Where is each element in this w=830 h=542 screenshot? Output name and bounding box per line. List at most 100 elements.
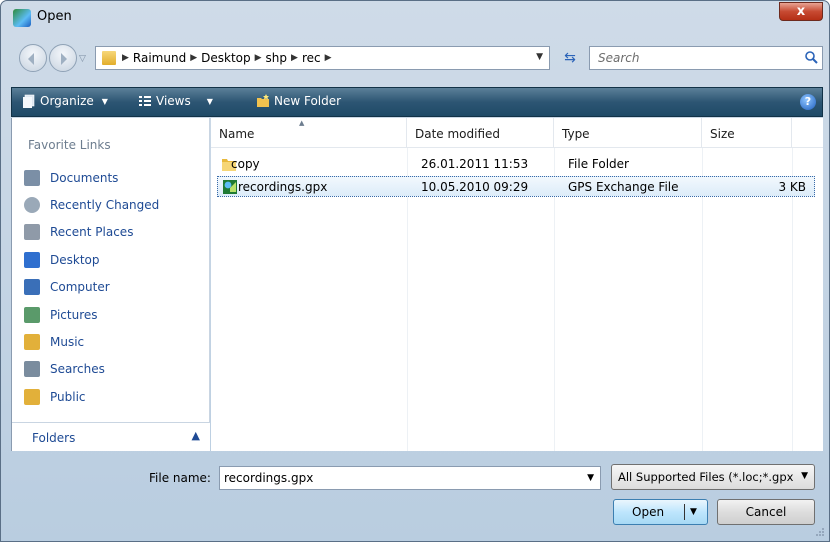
- search-placeholder: Search: [598, 51, 640, 65]
- filename-combobox[interactable]: recordings.gpx ▼: [219, 466, 601, 490]
- file-list: Name ▲ Date modified Type Size copy 26.0…: [211, 118, 823, 451]
- pictures-icon: [24, 306, 40, 323]
- address-dropdown-icon[interactable]: ▼: [536, 52, 543, 62]
- breadcrumb-item[interactable]: shp: [266, 51, 287, 65]
- sidebar-item-label: Computer: [50, 280, 110, 295]
- help-icon[interactable]: ?: [800, 94, 816, 110]
- sidebar-item-label: Pictures: [50, 307, 98, 322]
- music-icon: [24, 334, 40, 351]
- sidebar-item-label: Desktop: [50, 252, 100, 267]
- breadcrumb-item[interactable]: rec: [302, 51, 321, 65]
- file-type: GPS Exchange File: [568, 180, 679, 194]
- column-header-date[interactable]: Date modified: [407, 118, 554, 148]
- favorite-links-header: Favorite Links: [28, 138, 111, 152]
- new-folder-icon: [257, 94, 269, 107]
- address-bar[interactable]: ▶ Raimund ▶ Desktop ▶ shp ▶ rec ▶ ▼: [95, 46, 550, 70]
- sidebar-item-label: Recently Changed: [50, 198, 160, 213]
- sidebar-item-searches[interactable]: Searches: [24, 356, 159, 383]
- sidebar-item-desktop[interactable]: Desktop: [24, 246, 159, 273]
- column-header-size[interactable]: Size: [702, 118, 792, 148]
- caret-down-icon: ▼: [101, 96, 108, 106]
- file-date: 26.01.2011 11:53: [421, 157, 529, 171]
- column-label: Name: [219, 127, 255, 141]
- search-icon[interactable]: [804, 50, 818, 64]
- sidebar-item-label: Documents: [50, 170, 119, 185]
- open-button[interactable]: Open ▼: [613, 499, 708, 525]
- file-type-filter-value: All Supported Files (*.loc;*.gpx: [618, 470, 794, 484]
- chevron-right-icon[interactable]: ▶: [291, 51, 298, 65]
- file-size: 3 KB: [778, 180, 806, 194]
- filename-value[interactable]: recordings.gpx: [224, 471, 313, 485]
- window-title: Open: [37, 9, 72, 24]
- sidebar-item-recent-places[interactable]: Recent Places: [24, 219, 159, 246]
- dropdown-arrow-icon[interactable]: ▼: [801, 471, 808, 481]
- file-type-filter[interactable]: All Supported Files (*.loc;*.gpx ▼: [611, 464, 815, 490]
- organize-label: Organize: [40, 94, 94, 108]
- title-bar[interactable]: Open x: [1, 1, 829, 33]
- sidebar-item-documents[interactable]: Documents: [24, 164, 159, 191]
- breadcrumb-item[interactable]: Desktop: [201, 51, 251, 65]
- chevron-right-icon[interactable]: ▶: [122, 51, 129, 65]
- open-options-dropdown-icon[interactable]: ▼: [690, 500, 697, 524]
- new-folder-button[interactable]: New Folder: [256, 94, 341, 108]
- file-row-selected[interactable]: recordings.gpx 10.05.2010 09:29 GPS Exch…: [217, 176, 815, 197]
- gpx-file-icon: [223, 180, 237, 194]
- public-icon: [24, 388, 40, 405]
- folder-icon: [102, 51, 116, 65]
- computer-icon: [24, 279, 40, 296]
- back-button[interactable]: [19, 44, 47, 72]
- file-type: File Folder: [568, 157, 629, 171]
- recent-pages-dropdown[interactable]: ▽: [79, 54, 91, 64]
- app-icon: [13, 9, 31, 27]
- file-date: 10.05.2010 09:29: [421, 180, 529, 194]
- chevron-right-icon[interactable]: ▶: [325, 51, 332, 65]
- split-divider: [684, 504, 685, 520]
- caret-down-icon: ▼: [206, 96, 213, 106]
- desktop-icon: [24, 251, 40, 268]
- favorite-links-list: Documents Recently Changed Recent Places…: [24, 164, 159, 411]
- sidebar-item-recently-changed[interactable]: Recently Changed: [24, 191, 159, 218]
- recent-places-icon: [24, 224, 40, 241]
- search-input[interactable]: Search: [589, 46, 823, 70]
- sidebar-item-music[interactable]: Music: [24, 328, 159, 355]
- sidebar-item-computer[interactable]: Computer: [24, 274, 159, 301]
- breadcrumb-item[interactable]: Raimund: [133, 51, 186, 65]
- organize-icon: [23, 94, 35, 108]
- views-button[interactable]: Views ▼: [138, 94, 213, 108]
- sidebar-item-label: Music: [50, 335, 85, 350]
- documents-icon: [24, 169, 40, 186]
- column-header-name[interactable]: Name ▲: [211, 118, 407, 148]
- forward-button[interactable]: [49, 44, 77, 72]
- sidebar-item-label: Searches: [50, 362, 105, 377]
- filename-label: File name:: [149, 471, 211, 485]
- column-header-type[interactable]: Type: [554, 118, 702, 148]
- sidebar-item-public[interactable]: Public: [24, 383, 159, 410]
- new-folder-label: New Folder: [274, 94, 342, 108]
- chevron-right-icon[interactable]: ▶: [255, 51, 262, 65]
- cancel-button[interactable]: Cancel: [717, 499, 815, 525]
- organize-button[interactable]: Organize ▼: [22, 94, 108, 108]
- resize-grip-icon[interactable]: [815, 527, 825, 537]
- column-header-row: Name ▲ Date modified Type Size: [211, 118, 823, 148]
- sidebar-item-pictures[interactable]: Pictures: [24, 301, 159, 328]
- searches-icon: [24, 361, 40, 378]
- open-button-label: Open: [632, 505, 665, 519]
- folders-label: Folders: [32, 431, 76, 445]
- chevron-right-icon[interactable]: ▶: [190, 51, 197, 65]
- file-name: copy: [231, 157, 260, 171]
- dropdown-arrow-icon[interactable]: ▼: [587, 473, 594, 483]
- chevron-up-icon: ▲: [191, 429, 200, 442]
- folders-toggle[interactable]: Folders ▲: [12, 422, 210, 451]
- navigation-pane: Favorite Links Documents Recently Change…: [11, 118, 210, 451]
- sort-ascending-icon: ▲: [299, 119, 305, 127]
- address-row: ▽ ▶ Raimund ▶ Desktop ▶ shp ▶ rec ▶ ▼ ⇆ …: [11, 44, 823, 74]
- close-button[interactable]: x: [779, 2, 823, 21]
- breadcrumb: ▶ Raimund ▶ Desktop ▶ shp ▶ rec ▶: [122, 51, 332, 65]
- file-row[interactable]: copy 26.01.2011 11:53 File Folder: [217, 154, 815, 175]
- refresh-icon[interactable]: ⇆: [557, 47, 583, 69]
- sidebar-item-label: Public: [50, 389, 86, 404]
- recently-changed-icon: [24, 197, 40, 214]
- command-toolbar: Organize ▼ Views ▼ New Folder ?: [11, 87, 823, 117]
- views-label: Views: [156, 94, 191, 108]
- views-icon: [139, 96, 151, 106]
